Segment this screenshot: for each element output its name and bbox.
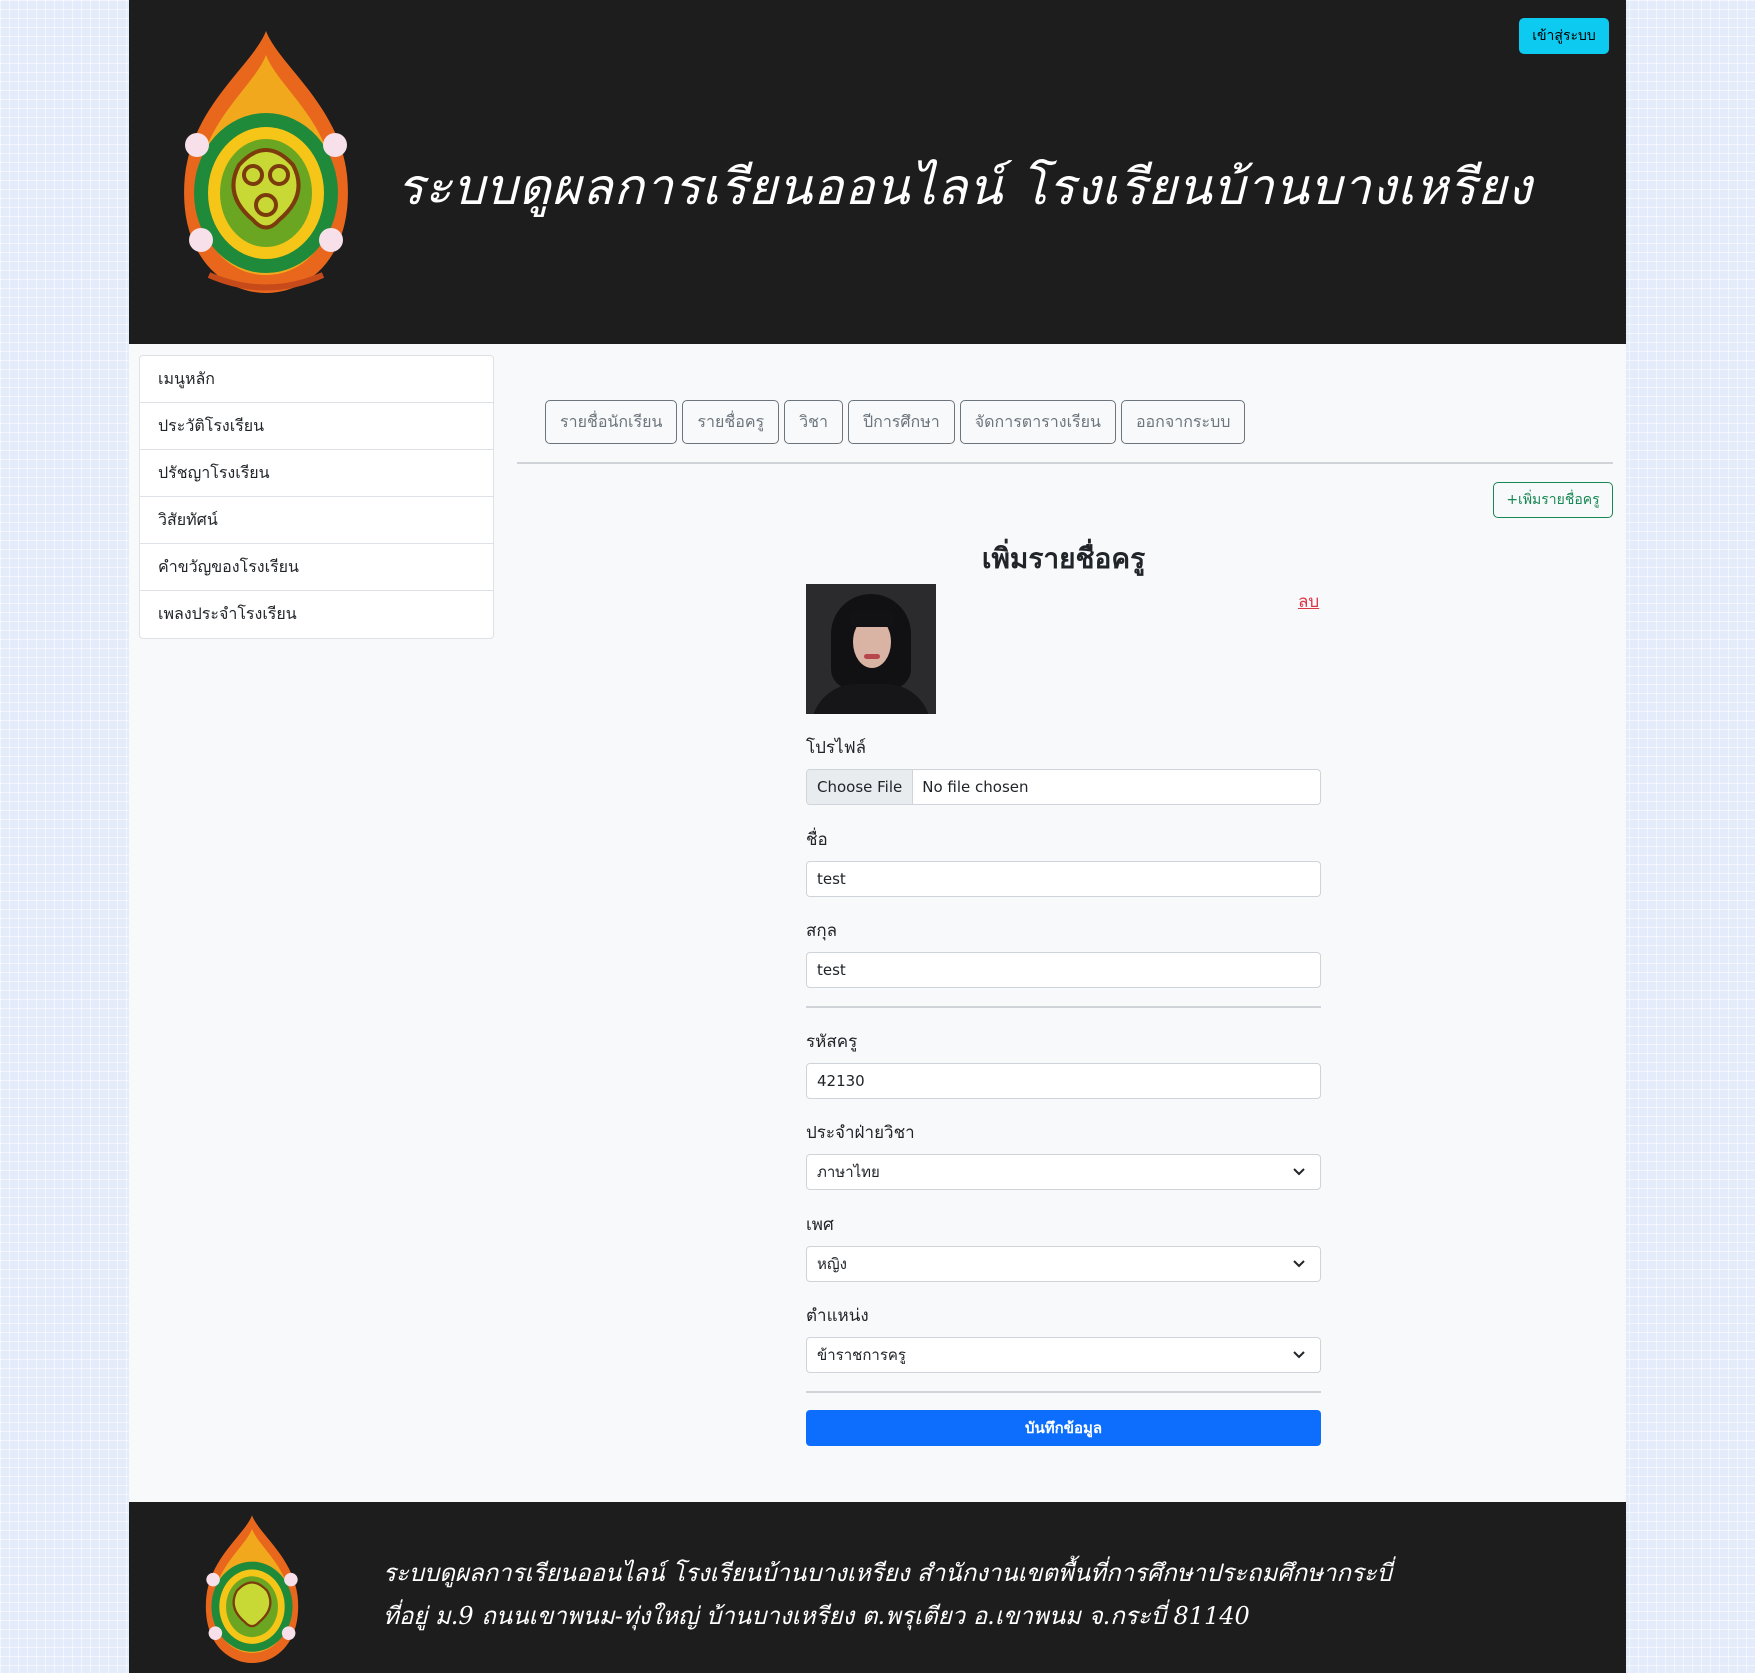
position-label: ตำแหน่ง bbox=[806, 1306, 869, 1326]
sidebar-item-vision[interactable]: วิสัยทัศน์ bbox=[140, 497, 493, 544]
profile-file-input[interactable]: Choose File No file chosen bbox=[806, 769, 1321, 805]
profile-label: โปรไฟล์ bbox=[806, 738, 867, 758]
form-title: เพิ่มรายชื่อครู bbox=[981, 542, 1146, 575]
sidebar-item-school-motto[interactable]: คำขวัญของโรงเรียน bbox=[140, 544, 493, 591]
header: ระบบดูผลการเรียนออนไลน์ โรงเรียนบ้านบางเ… bbox=[129, 0, 1626, 344]
tab-subjects[interactable]: วิชา bbox=[784, 400, 843, 444]
add-teacher-button[interactable]: +เพิ่มรายชื่อครู bbox=[1493, 482, 1613, 518]
tab-logout[interactable]: ออกจากระบบ bbox=[1120, 400, 1246, 444]
sidebar-item-school-song[interactable]: เพลงประจำโรงเรียน bbox=[140, 591, 493, 638]
save-button[interactable]: บันทึกข้อมูล bbox=[806, 1410, 1321, 1446]
school-emblem-icon bbox=[184, 31, 348, 293]
delete-photo-link[interactable]: ลบ bbox=[1298, 588, 1319, 615]
first-name-label: ชื่อ bbox=[806, 830, 828, 850]
form-divider bbox=[806, 1006, 1321, 1008]
last-name-value: test bbox=[817, 961, 846, 979]
choose-file-button[interactable]: Choose File bbox=[807, 770, 914, 804]
tab-academic-year[interactable]: ปีการศึกษา bbox=[847, 400, 955, 444]
site-title: ระบบดูผลการเรียนออนไลน์ โรงเรียนบ้านบางเ… bbox=[397, 158, 1533, 216]
chevron-down-icon bbox=[1293, 1168, 1305, 1176]
teacher-id-field[interactable]: 42130 bbox=[806, 1063, 1321, 1099]
gender-value: หญิง bbox=[817, 1255, 847, 1273]
admin-nav: รายชื่อนักเรียน รายชื่อครู วิชา ปีการศึก… bbox=[545, 400, 1246, 444]
chevron-down-icon bbox=[1293, 1260, 1305, 1268]
page: ระบบดูผลการเรียนออนไลน์ โรงเรียนบ้านบางเ… bbox=[129, 0, 1626, 1673]
login-button[interactable]: เข้าสู่ระบบ bbox=[1519, 18, 1609, 54]
chevron-down-icon bbox=[1293, 1351, 1305, 1359]
position-select[interactable]: ข้าราชการครู bbox=[806, 1337, 1321, 1373]
teacher-id-label: รหัสครู bbox=[806, 1032, 858, 1052]
sidebar-menu: เมนูหลัก ประวัติโรงเรียน ปรัชญาโรงเรียน … bbox=[139, 355, 494, 639]
nav-divider bbox=[517, 462, 1613, 464]
department-label: ประจำฝ่ายวิชา bbox=[806, 1123, 915, 1143]
department-select[interactable]: ภาษาไทย bbox=[806, 1154, 1321, 1190]
last-name-field[interactable]: test bbox=[806, 952, 1321, 988]
footer-address: ระบบดูผลการเรียนออนไลน์ โรงเรียนบ้านบางเ… bbox=[383, 1552, 1392, 1638]
teacher-id-value: 42130 bbox=[817, 1072, 865, 1090]
department-value: ภาษาไทย bbox=[817, 1163, 880, 1181]
sidebar-item-main-menu[interactable]: เมนูหลัก bbox=[140, 356, 493, 403]
footer-line-2: ที่อยู่ ม.9 ถนนเขาพนม-ทุ่งใหญ่ บ้านบางเห… bbox=[383, 1602, 1250, 1630]
position-value: ข้าราชการครู bbox=[817, 1346, 906, 1364]
sidebar-item-school-history[interactable]: ประวัติโรงเรียน bbox=[140, 403, 493, 450]
first-name-field[interactable]: test bbox=[806, 861, 1321, 897]
tab-teacher-list[interactable]: รายชื่อครู bbox=[682, 400, 780, 444]
school-emblem-icon bbox=[205, 1515, 299, 1664]
profile-photo bbox=[806, 584, 936, 714]
gender-label: เพศ bbox=[806, 1215, 834, 1235]
footer: ระบบดูผลการเรียนออนไลน์ โรงเรียนบ้านบางเ… bbox=[129, 1502, 1626, 1673]
footer-line-1: ระบบดูผลการเรียนออนไลน์ โรงเรียนบ้านบางเ… bbox=[383, 1559, 1392, 1587]
tab-manage-schedule[interactable]: จัดการตารางเรียน bbox=[959, 400, 1116, 444]
sidebar-item-school-philosophy[interactable]: ปรัชญาโรงเรียน bbox=[140, 450, 493, 497]
tab-student-list[interactable]: รายชื่อนักเรียน bbox=[545, 400, 678, 444]
file-status: No file chosen bbox=[922, 778, 1029, 796]
gender-select[interactable]: หญิง bbox=[806, 1246, 1321, 1282]
first-name-value: test bbox=[817, 870, 846, 888]
form-divider-bottom bbox=[806, 1391, 1321, 1393]
last-name-label: สกุล bbox=[806, 921, 838, 941]
